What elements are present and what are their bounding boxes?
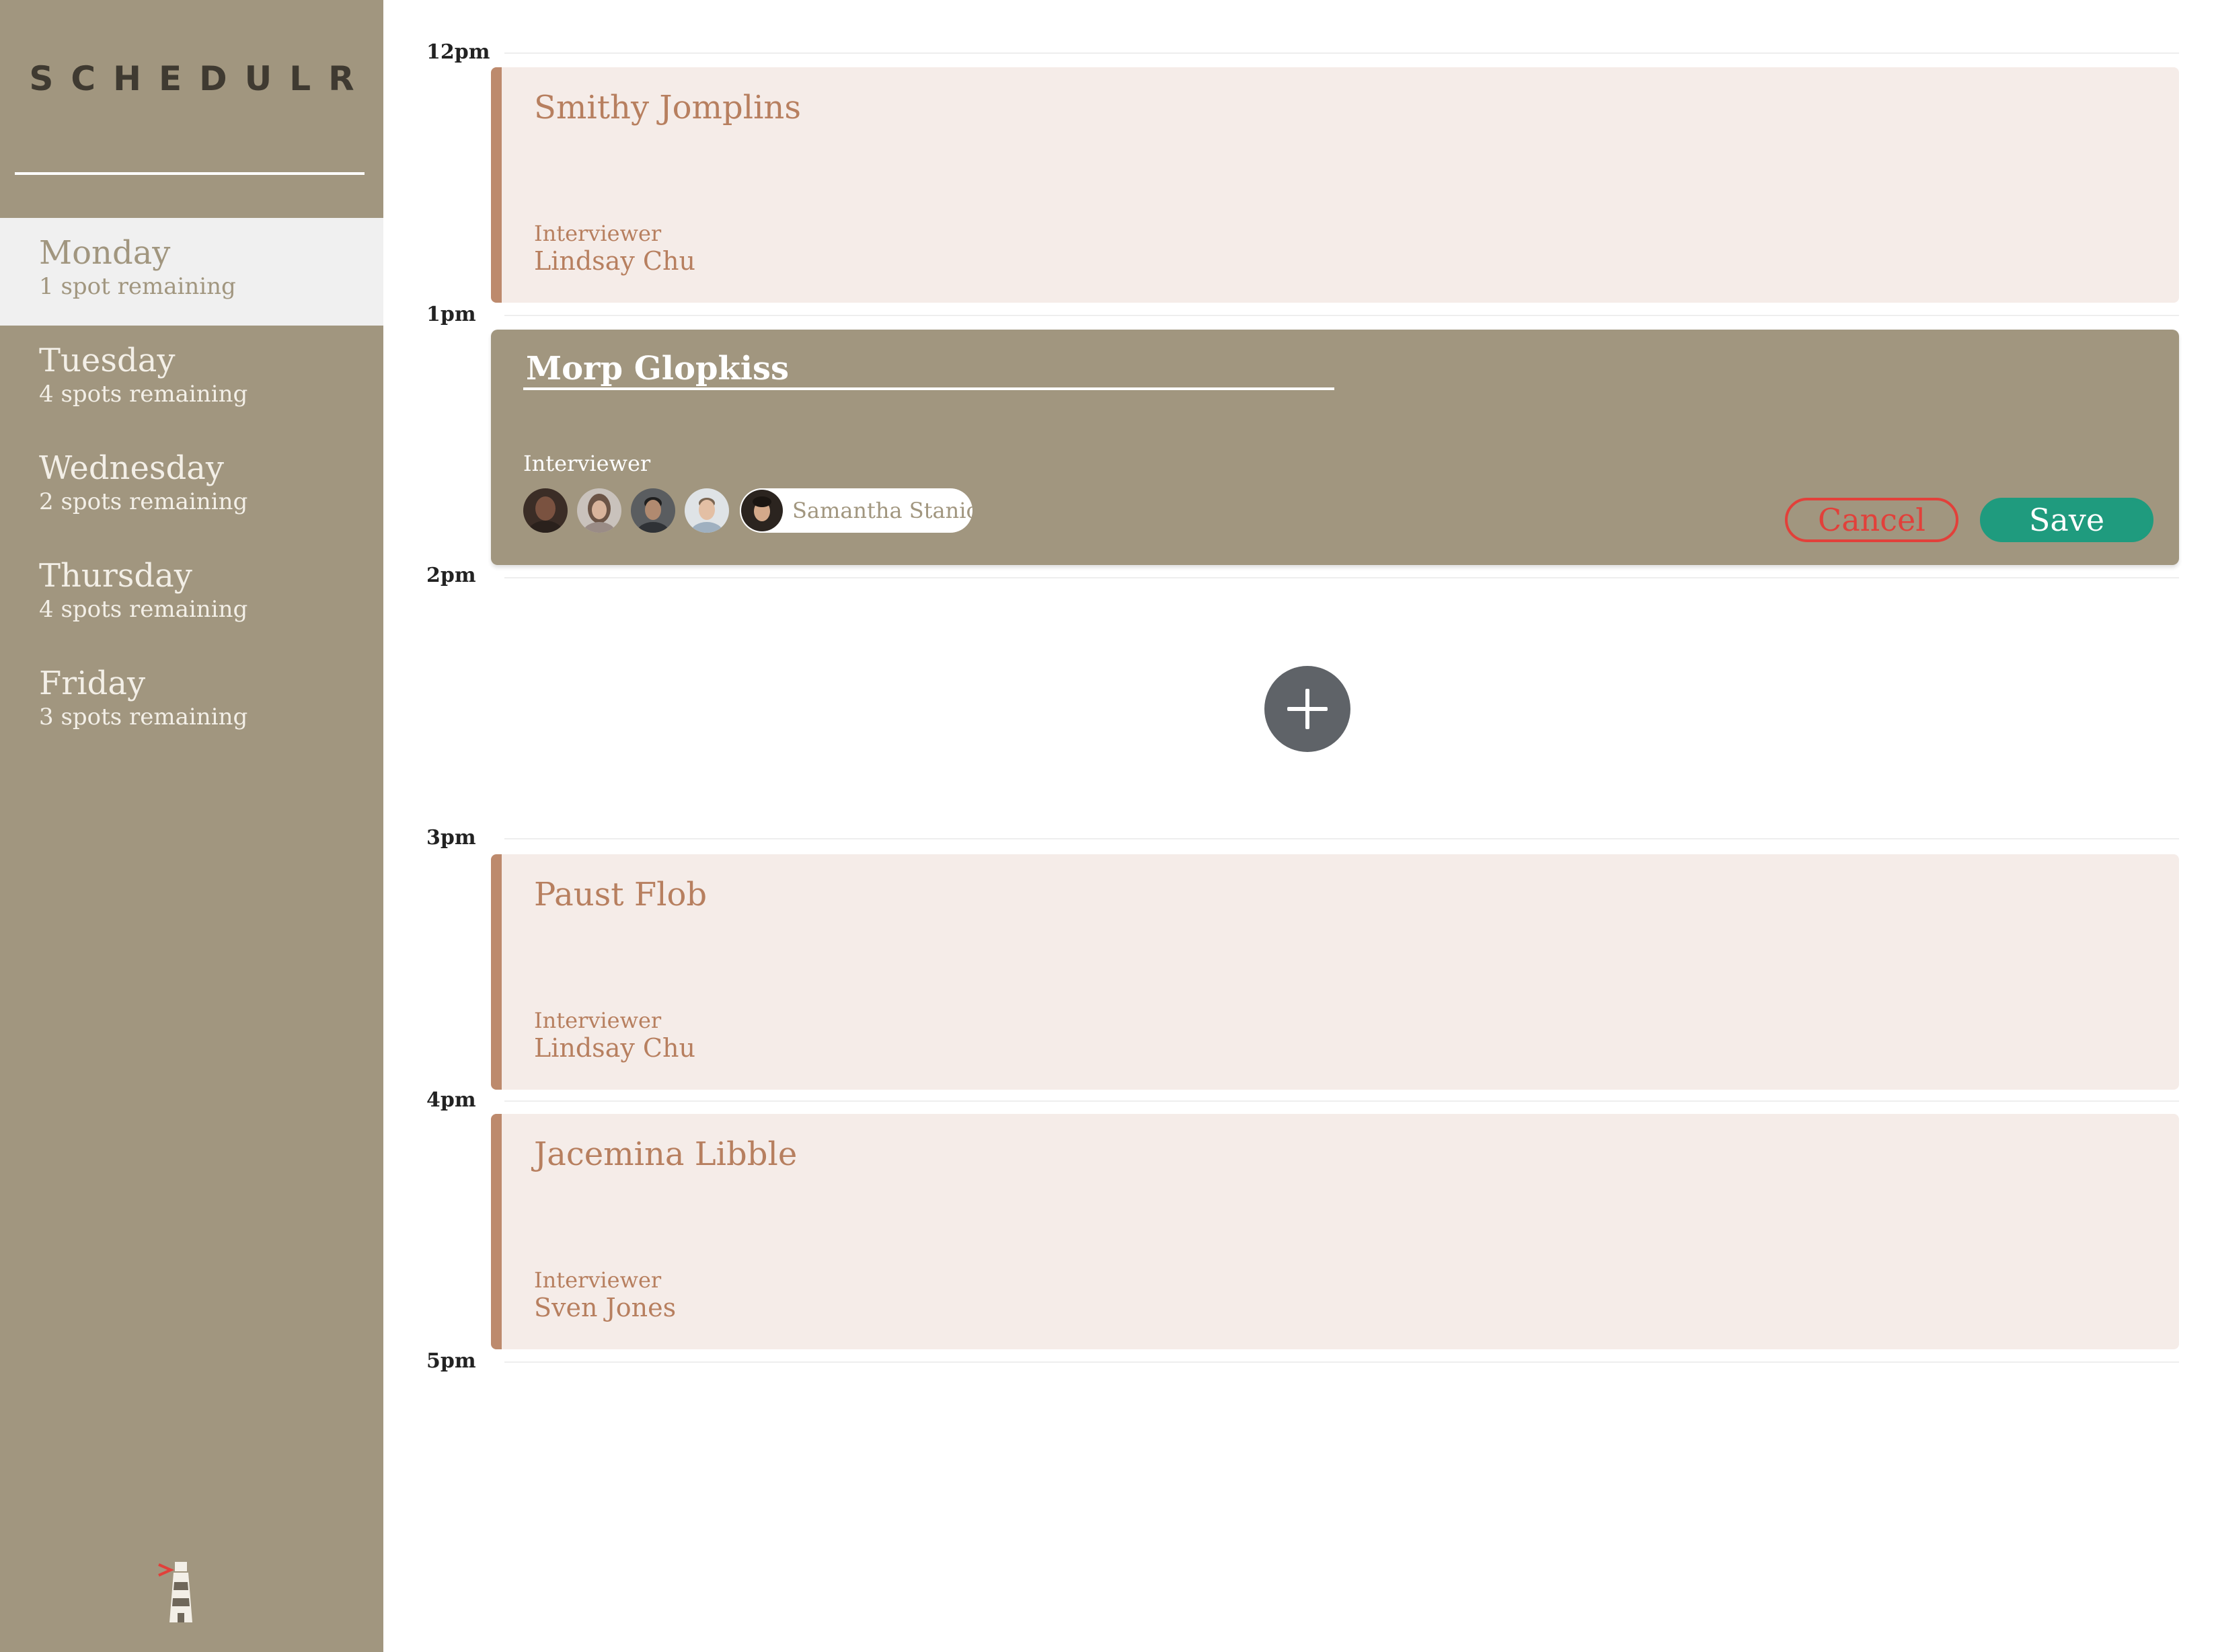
appointment-card[interactable]: Jacemina Libble Interviewer Sven Jones xyxy=(491,1114,2179,1349)
day-spots: 1 spot remaining xyxy=(39,273,236,300)
appointment-edit-form: Interviewer Samantha Stanic Cancel Save xyxy=(491,330,2179,565)
time-label: 5pm xyxy=(426,1349,476,1373)
day-spots: 2 spots remaining xyxy=(39,488,248,515)
day-name: Tuesday xyxy=(39,342,176,379)
interviewer-name: Lindsay Chu xyxy=(534,1033,695,1063)
student-name-input[interactable] xyxy=(523,350,1334,390)
interviewer-avatar[interactable] xyxy=(631,488,675,533)
app-logo: SCHEDULR xyxy=(29,59,372,98)
interviewer-avatar xyxy=(740,488,784,533)
student-name: Paust Flob xyxy=(534,876,708,913)
selected-interviewer[interactable]: Samantha Stanic xyxy=(740,488,978,533)
day-item-thursday[interactable]: Thursday 4 spots remaining xyxy=(0,541,383,648)
save-button[interactable]: Save xyxy=(1980,498,2153,542)
hour-line xyxy=(504,1361,2179,1363)
cancel-button[interactable]: Cancel xyxy=(1785,498,1958,542)
interviewer-name: Lindsay Chu xyxy=(534,246,695,276)
selected-interviewer-name: Samantha Stanic xyxy=(792,498,979,523)
add-icon xyxy=(1287,689,1328,729)
lighthouse-icon xyxy=(156,1558,203,1625)
interviewer-label: Interviewer xyxy=(534,1008,662,1033)
sidebar: SCHEDULR Monday 1 spot remaining Tuesday… xyxy=(0,0,383,1652)
student-name: Jacemina Libble xyxy=(534,1135,798,1173)
day-item-tuesday[interactable]: Tuesday 4 spots remaining xyxy=(0,326,383,433)
sidebar-divider xyxy=(15,172,365,175)
day-name: Friday xyxy=(39,665,146,702)
hour-line xyxy=(504,315,2179,316)
appointment-card[interactable]: Paust Flob Interviewer Lindsay Chu xyxy=(491,854,2179,1090)
interviewer-name: Sven Jones xyxy=(534,1293,677,1322)
interviewer-label: Interviewer xyxy=(534,221,662,246)
interviewer-label: Interviewer xyxy=(523,451,651,476)
interviewer-avatar[interactable] xyxy=(577,488,621,533)
day-item-wednesday[interactable]: Wednesday 2 spots remaining xyxy=(0,433,383,541)
day-name: Monday xyxy=(39,234,171,272)
day-spots: 4 spots remaining xyxy=(39,381,248,408)
time-label: 3pm xyxy=(426,826,476,850)
time-label: 1pm xyxy=(426,303,476,326)
interviewer-avatar[interactable] xyxy=(685,488,729,533)
hour-line xyxy=(504,1100,2179,1102)
day-item-friday[interactable]: Friday 3 spots remaining xyxy=(0,648,383,756)
add-appointment-button[interactable] xyxy=(1264,666,1350,752)
time-label: 12pm xyxy=(426,40,490,64)
hour-line xyxy=(504,838,2179,839)
interviewer-label: Interviewer xyxy=(534,1267,662,1293)
day-name: Wednesday xyxy=(39,449,224,487)
day-spots: 4 spots remaining xyxy=(39,596,248,623)
time-label: 2pm xyxy=(426,564,476,587)
interviewer-avatar[interactable] xyxy=(523,488,568,533)
day-spots: 3 spots remaining xyxy=(39,704,248,730)
hour-line xyxy=(504,577,2179,578)
student-name: Smithy Jomplins xyxy=(534,89,801,126)
day-name: Thursday xyxy=(39,557,192,595)
day-item-monday[interactable]: Monday 1 spot remaining xyxy=(0,218,383,326)
time-label: 4pm xyxy=(426,1088,476,1112)
appointment-card[interactable]: Smithy Jomplins Interviewer Lindsay Chu xyxy=(491,67,2179,303)
hour-line xyxy=(504,52,2179,54)
